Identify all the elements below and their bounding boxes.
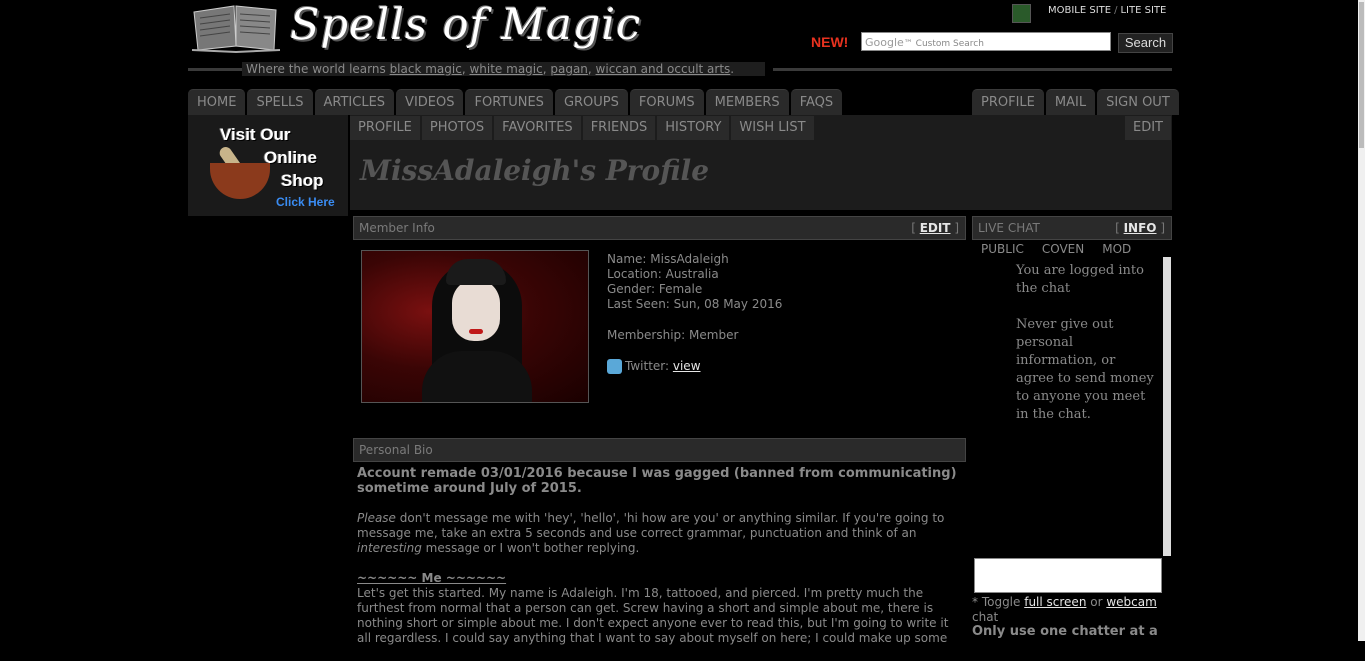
tab-fortunes[interactable]: FORTUNES xyxy=(465,89,553,115)
profile-photo[interactable] xyxy=(361,250,589,403)
bio-me-text: Let's get this started. My name is Adale… xyxy=(357,586,949,645)
chat-tab-public[interactable]: PUBLIC xyxy=(981,242,1024,256)
main-nav: HOME SPELLS ARTICLES VIDEOS FORTUNES GRO… xyxy=(188,89,843,115)
tagline-link-pagan[interactable]: pagan xyxy=(550,62,588,76)
tab-mail[interactable]: MAIL xyxy=(1045,89,1096,115)
bio-lead: Account remade 03/01/2016 because I was … xyxy=(357,466,957,496)
tab-groups[interactable]: GROUPS xyxy=(554,89,628,115)
live-chat-header: LIVE CHAT [ INFO ] xyxy=(972,216,1172,240)
bio-me-heading: ~~~~~~ Me ~~~~~~ xyxy=(357,571,507,585)
twitter-label: Twitter: xyxy=(625,359,673,373)
chat-input[interactable] xyxy=(974,558,1162,593)
subtab-favorites[interactable]: FAVORITES xyxy=(494,116,581,140)
shop-ad[interactable]: Visit Our Online Shop Click Here xyxy=(188,115,348,216)
tagline-link-white-magic[interactable]: white magic xyxy=(469,62,542,76)
chat-tab-coven[interactable]: COVEN xyxy=(1042,242,1084,256)
member-membership: Membership: Member xyxy=(607,328,739,342)
lite-site-link[interactable]: LITE SITE xyxy=(1120,5,1166,16)
twitter-row: Twitter: view xyxy=(625,359,701,373)
page-title: MissAdaleigh's Profile xyxy=(360,154,710,187)
mobile-site-link[interactable]: MOBILE SITE xyxy=(1048,5,1111,16)
tab-home[interactable]: HOME xyxy=(188,89,246,115)
tab-spells[interactable]: SPELLS xyxy=(247,89,313,115)
personal-bio-header: Personal Bio xyxy=(353,438,966,462)
tab-profile[interactable]: PROFILE xyxy=(972,89,1044,115)
chat-scrollbar[interactable] xyxy=(1163,257,1171,556)
tab-articles[interactable]: ARTICLES xyxy=(314,89,395,115)
tagline-link-black-magic[interactable]: black magic xyxy=(390,62,462,76)
subtab-edit[interactable]: EDIT xyxy=(1125,116,1171,140)
search-button[interactable]: Search xyxy=(1118,33,1173,53)
logo-book-icon[interactable] xyxy=(190,2,282,54)
twitter-icon xyxy=(607,359,622,374)
tagline-link-occult[interactable]: wiccan and occult arts xyxy=(596,62,731,76)
new-badge: NEW! xyxy=(811,34,849,50)
chat-toggle-row: * Toggle full screen or webcam chat xyxy=(972,595,1157,624)
member-name: Name: MissAdaleigh xyxy=(607,252,729,266)
shop-ad-line3: Shop xyxy=(281,171,324,190)
member-info-header: Member Info [ EDIT ] xyxy=(353,216,966,240)
mobile-site-icon[interactable] xyxy=(1012,4,1031,23)
member-gender: Gender: Female xyxy=(607,282,703,296)
search-placeholder: Custom Search xyxy=(915,39,984,49)
chat-message-warning: Never give out personal information, or … xyxy=(1016,317,1154,422)
member-last-seen: Last Seen: Sun, 08 May 2016 xyxy=(607,297,783,311)
chat-tabs: PUBLIC COVEN MOD xyxy=(981,242,1149,256)
chat-info-link[interactable]: INFO xyxy=(1124,221,1157,235)
subtab-friends[interactable]: FRIENDS xyxy=(582,116,656,140)
subtab-profile[interactable]: PROFILE xyxy=(350,116,420,140)
shop-ad-line1: Visit Our xyxy=(220,125,291,144)
page-scrollbar[interactable] xyxy=(1358,0,1365,641)
personal-bio: Account remade 03/01/2016 because I was … xyxy=(357,466,957,661)
shop-ad-line2: Online xyxy=(264,148,317,167)
chat-message-login: You are logged into the chat xyxy=(1016,263,1144,296)
twitter-view-link[interactable]: view xyxy=(673,359,701,373)
mortar-icon xyxy=(210,163,270,199)
search-input[interactable]: Google™ Custom Search xyxy=(861,32,1111,51)
live-chat-label: LIVE CHAT xyxy=(978,221,1040,235)
subtab-history[interactable]: HISTORY xyxy=(657,116,730,140)
tagline: Where the world learns black magic, whit… xyxy=(242,62,765,76)
tab-forums[interactable]: FORUMS xyxy=(629,89,704,115)
tab-videos[interactable]: VIDEOS xyxy=(396,89,464,115)
top-links: MOBILE SITE / LITE SITE xyxy=(1048,5,1167,16)
tagline-prefix: Where the world learns xyxy=(246,62,390,76)
full-screen-link[interactable]: full screen xyxy=(1024,595,1086,609)
tab-sign-out[interactable]: SIGN OUT xyxy=(1097,89,1179,115)
member-info-edit-link[interactable]: EDIT xyxy=(920,221,951,235)
search-brand: Google xyxy=(865,36,904,49)
webcam-link[interactable]: webcam xyxy=(1106,595,1156,609)
member-location: Location: Australia xyxy=(607,267,719,281)
subtab-photos[interactable]: PHOTOS xyxy=(421,116,493,140)
chat-tab-mod[interactable]: MOD xyxy=(1102,242,1131,256)
site-logo[interactable]: Spells of Magic xyxy=(290,0,641,50)
bio-paragraph: Please don't message me with 'hey', 'hel… xyxy=(357,511,945,555)
tab-faqs[interactable]: FAQS xyxy=(790,89,843,115)
profile-subnav: PROFILE PHOTOS FAVORITES FRIENDS HISTORY… xyxy=(350,116,814,140)
tagline-suffix: . xyxy=(730,62,735,76)
subtab-wish-list[interactable]: WISH LIST xyxy=(731,116,814,140)
chat-note: Only use one chatter at a xyxy=(972,624,1158,639)
tab-members[interactable]: MEMBERS xyxy=(705,89,789,115)
member-info-label: Member Info xyxy=(359,221,435,235)
user-nav: PROFILE MAIL SIGN OUT xyxy=(972,89,1179,115)
shop-ad-click[interactable]: Click Here xyxy=(276,195,335,209)
